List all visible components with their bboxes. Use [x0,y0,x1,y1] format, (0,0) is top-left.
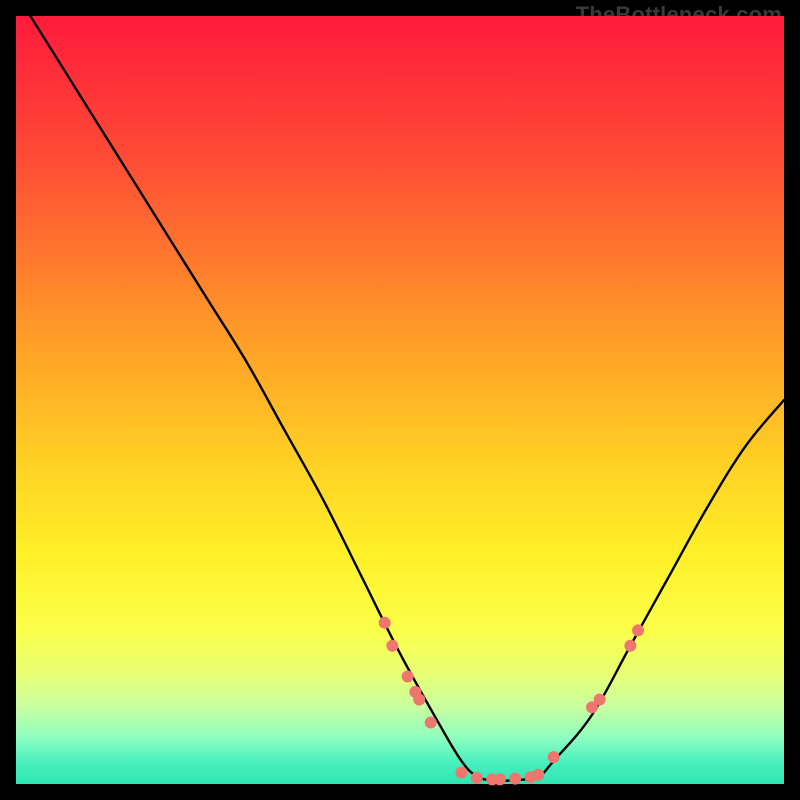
curve-marker-dot [413,694,425,706]
curve-marker-dot [594,694,606,706]
curve-marker-dot [386,640,398,652]
curve-marker-dot [402,670,414,682]
curve-marker-dot [379,617,391,629]
curve-overlay [16,16,784,784]
curve-marker-dot [471,772,483,784]
curve-marker-dot [425,717,437,729]
curve-markers [379,617,644,786]
curve-marker-dot [455,766,467,778]
curve-marker-dot [509,773,521,785]
curve-marker-dot [548,751,560,763]
chart-stage: TheBottleneck.com [0,0,800,800]
v-curve-line [16,0,784,781]
curve-marker-dot [624,640,636,652]
curve-marker-dot [532,769,544,781]
heat-gradient-plot [16,16,784,784]
curve-marker-dot [494,773,506,785]
curve-marker-dot [632,624,644,636]
